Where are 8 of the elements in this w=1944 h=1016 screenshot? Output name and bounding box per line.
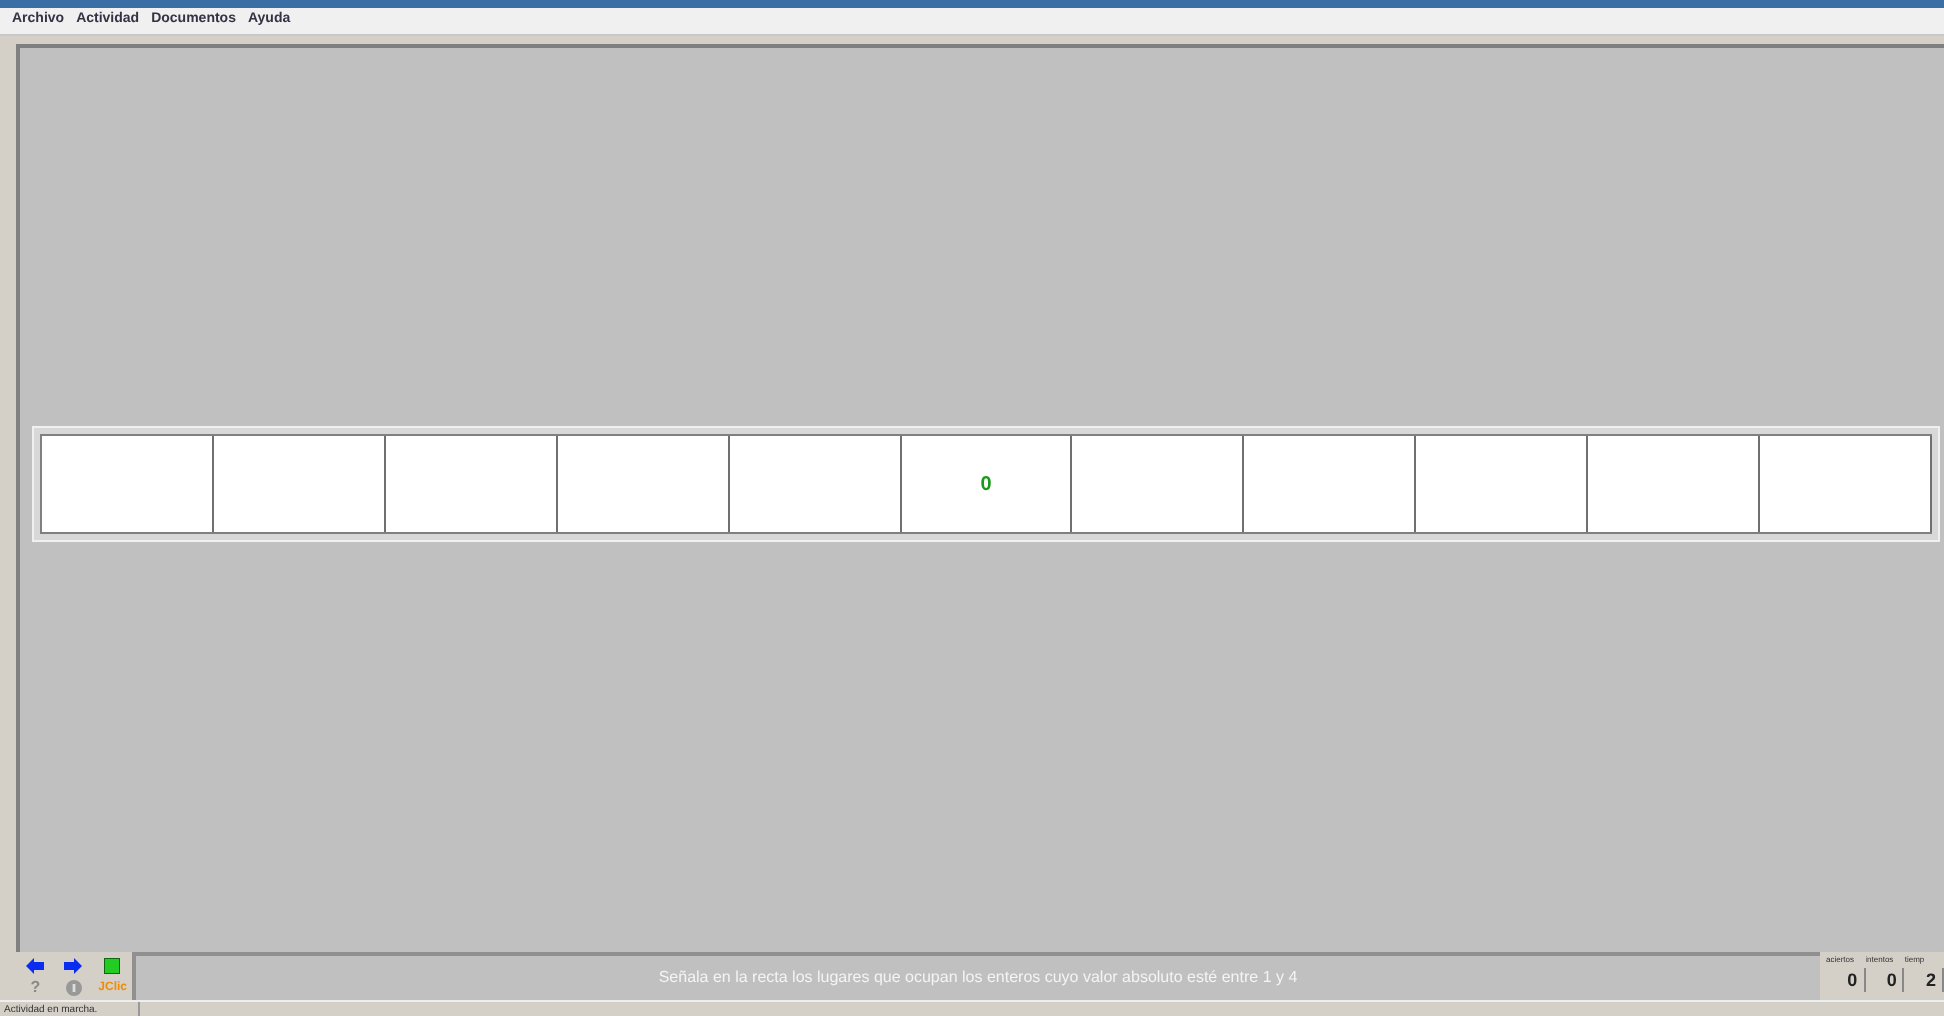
back-arrow-icon[interactable] — [26, 957, 45, 973]
number-cell[interactable] — [557, 436, 730, 532]
forward-arrow-icon[interactable] — [64, 957, 83, 973]
counter-value: 0 — [1826, 968, 1866, 992]
counter-value: 0 — [1865, 968, 1905, 992]
number-cell[interactable]: 0 — [901, 436, 1073, 532]
counter-value: 2 — [1904, 968, 1944, 992]
number-cell[interactable] — [729, 436, 902, 532]
